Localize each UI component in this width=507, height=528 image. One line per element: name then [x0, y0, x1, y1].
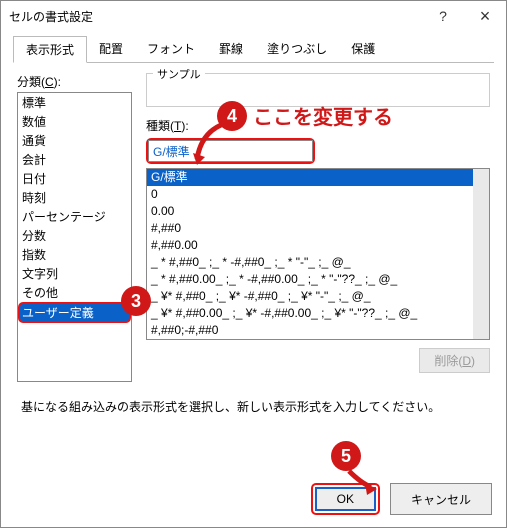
tab-border[interactable]: 罫線 — [207, 36, 255, 63]
scrollbar[interactable] — [473, 169, 489, 339]
hint-text: 基になる組み込みの表示形式を選択し、新しい表示形式を入力してください。 — [17, 382, 490, 419]
format-row[interactable]: _ * #,##0_ ;_ * -#,##0_ ;_ * "-"_ ;_ @_ — [147, 254, 489, 271]
category-item[interactable]: 数値 — [18, 112, 131, 131]
format-row[interactable]: #,##0.00 — [147, 237, 489, 254]
category-item[interactable]: 指数 — [18, 245, 131, 264]
category-label: 分類(C): — [17, 73, 132, 90]
category-item[interactable]: 時刻 — [18, 188, 131, 207]
tab-font[interactable]: フォント — [135, 36, 207, 63]
callout-4: 4 — [217, 101, 247, 131]
callout-5: 5 — [331, 441, 361, 471]
category-list[interactable]: 標準 数値 通貨 会計 日付 時刻 パーセンテージ 分数 指数 文字列 その他 … — [17, 92, 132, 382]
format-row[interactable]: _ ¥* #,##0.00_ ;_ ¥* -#,##0.00_ ;_ ¥* "-… — [147, 305, 489, 322]
tab-alignment[interactable]: 配置 — [87, 36, 135, 63]
sample-label: サンプル — [153, 66, 205, 82]
format-row[interactable]: _ ¥* #,##0_ ;_ ¥* -#,##0_ ;_ ¥* "-"_ ;_ … — [147, 288, 489, 305]
format-row[interactable]: #,##0;-#,##0 — [147, 322, 489, 339]
format-row[interactable]: 0.00 — [147, 203, 489, 220]
format-cells-dialog: セルの書式設定 ? × 表示形式 配置 フォント 罫線 塗りつぶし 保護 分類(… — [0, 0, 507, 528]
titlebar: セルの書式設定 ? × — [1, 1, 506, 31]
category-item-custom[interactable]: ユーザー定義 — [18, 302, 131, 323]
category-item[interactable]: 通貨 — [18, 131, 131, 150]
category-item[interactable]: その他 — [18, 283, 131, 302]
help-button[interactable]: ? — [422, 1, 464, 31]
category-item[interactable]: 日付 — [18, 169, 131, 188]
delete-button: 削除(D) — [419, 348, 490, 373]
callout-3: 3 — [121, 286, 151, 316]
close-button[interactable]: × — [464, 1, 506, 31]
arrow-icon — [343, 469, 383, 497]
tab-strip: 表示形式 配置 フォント 罫線 塗りつぶし 保護 — [13, 35, 494, 63]
cancel-button[interactable]: キャンセル — [390, 483, 492, 515]
tab-fill[interactable]: 塗りつぶし — [255, 36, 339, 63]
category-item[interactable]: 文字列 — [18, 264, 131, 283]
category-item[interactable]: パーセンテージ — [18, 207, 131, 226]
category-item[interactable]: 分数 — [18, 226, 131, 245]
window-title: セルの書式設定 — [9, 8, 422, 25]
format-row[interactable]: #,##0;[赤]-#,##0 — [147, 339, 489, 340]
category-item[interactable]: 会計 — [18, 150, 131, 169]
format-row[interactable]: #,##0 — [147, 220, 489, 237]
tab-protection[interactable]: 保護 — [339, 36, 387, 63]
category-item[interactable]: 標準 — [18, 93, 131, 112]
format-row[interactable]: _ * #,##0.00_ ;_ * -#,##0.00_ ;_ * "-"??… — [147, 271, 489, 288]
dialog-buttons: OK キャンセル — [311, 483, 492, 515]
format-list[interactable]: G/標準 0 0.00 #,##0 #,##0.00 _ * #,##0_ ;_… — [146, 168, 490, 340]
format-row[interactable]: G/標準 — [147, 169, 489, 186]
callout-4-text: ここを変更する — [253, 101, 393, 130]
tab-number-format[interactable]: 表示形式 — [13, 36, 87, 63]
format-row[interactable]: 0 — [147, 186, 489, 203]
